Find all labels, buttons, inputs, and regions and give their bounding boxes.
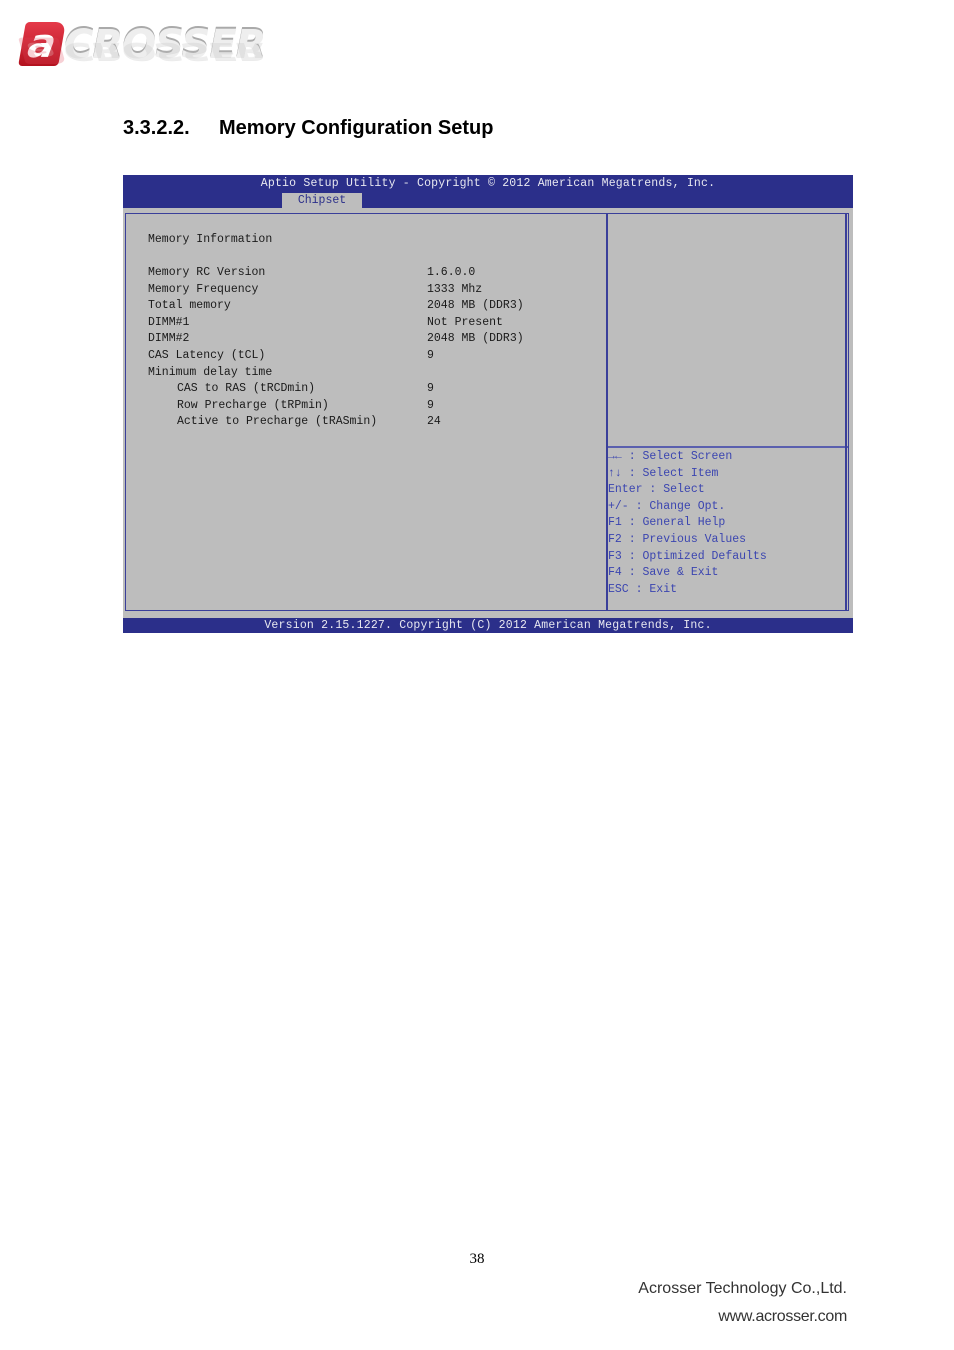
info-label: Memory Frequency [148,282,259,296]
logo-wordmark-reflection: CROSSER [64,37,266,65]
help-item: F4 : Save & Exit [608,566,719,580]
section-heading: 3.3.2.2. Memory Configuration Setup [123,117,493,140]
info-row: CAS Latency (tCL) 9 [148,349,608,366]
acrosser-logo: a CROSSER a CROSSER [18,18,297,98]
bios-screenshot: Aptio Setup Utility - Copyright © 2012 A… [123,175,853,633]
help-item: ↑↓ : Select Item [608,466,719,480]
panel-edge [845,214,847,610]
info-label: DIMM#2 [148,332,190,346]
page-number: 38 [469,1251,485,1267]
help-divider [608,446,848,448]
company-website: www.acrosser.com [718,1308,847,1325]
bios-footer: Version 2.15.1227. Copyright (C) 2012 Am… [123,618,853,633]
help-item: F2 : Previous Values [608,532,747,546]
info-row: Memory Frequency 1333 Mhz [148,283,608,300]
info-value: 2048 MB (DDR3) [427,332,524,346]
info-row: Minimum delay time [148,366,608,383]
info-value: 1333 Mhz [427,282,483,296]
info-row: Row Precharge (tRPmin) 9 [148,399,608,416]
info-value: Not Present [427,315,503,329]
info-row: CAS to RAS (tRCDmin) 9 [148,382,608,399]
info-label: CAS to RAS (tRCDmin) [177,382,316,396]
logo-reflection: a CROSSER [18,37,266,65]
help-item: F3 : Optimized Defaults [608,549,767,563]
memory-information-heading: Memory Information [148,233,273,246]
bios-title: Aptio Setup Utility - Copyright © 2012 A… [260,177,716,190]
info-label: CAS Latency (tCL) [148,348,266,362]
info-value: 2048 MB (DDR3) [427,299,524,313]
bios-body: Memory Information Memory RC Version 1.6.… [125,213,849,611]
info-value: 1.6.0.0 [427,266,476,279]
info-row: DIMM#2 2048 MB (DDR3) [148,332,608,349]
help-item: F1 : General Help [608,516,726,530]
help-item: →← : Select Screen [608,450,733,463]
info-row: Active to Precharge (tRASmin) 24 [148,415,608,432]
help-item: Enter : Select [608,483,705,497]
info-label: Total memory [148,299,231,313]
info-value: 24 [427,415,441,429]
info-value: 9 [427,348,434,362]
help-item: +/- : Change Opt. [608,499,726,513]
key-help-list: →← : Select Screen ↑↓ : Select Item Enter … [608,450,767,599]
info-label: Memory RC Version [148,266,266,279]
info-value: 9 [427,382,434,396]
bios-header: Aptio Setup Utility - Copyright © 2012 A… [123,175,853,208]
section-title: Memory Configuration Setup [219,117,494,139]
memory-info-list: Memory RC Version 1.6.0.0 Memory Frequency… [148,266,608,432]
info-label: Active to Precharge (tRASmin) [177,415,378,429]
info-row: Memory RC Version 1.6.0.0 [148,266,608,283]
section-number: 3.3.2.2. [123,117,190,139]
info-label: DIMM#1 [148,315,190,329]
info-label: Row Precharge (tRPmin) [177,398,329,412]
company-name: Acrosser Technology Co.,Ltd. [638,1280,847,1297]
info-label: Minimum delay time [148,365,273,379]
logo-mark-reflection: a [18,37,66,65]
tab-chipset[interactable]: Chipset [282,193,362,208]
help-item: ESC : Exit [608,582,678,596]
info-value: 9 [427,398,434,412]
info-row: DIMM#1 Not Present [148,316,608,333]
info-row: Total memory 2048 MB (DDR3) [148,299,608,316]
